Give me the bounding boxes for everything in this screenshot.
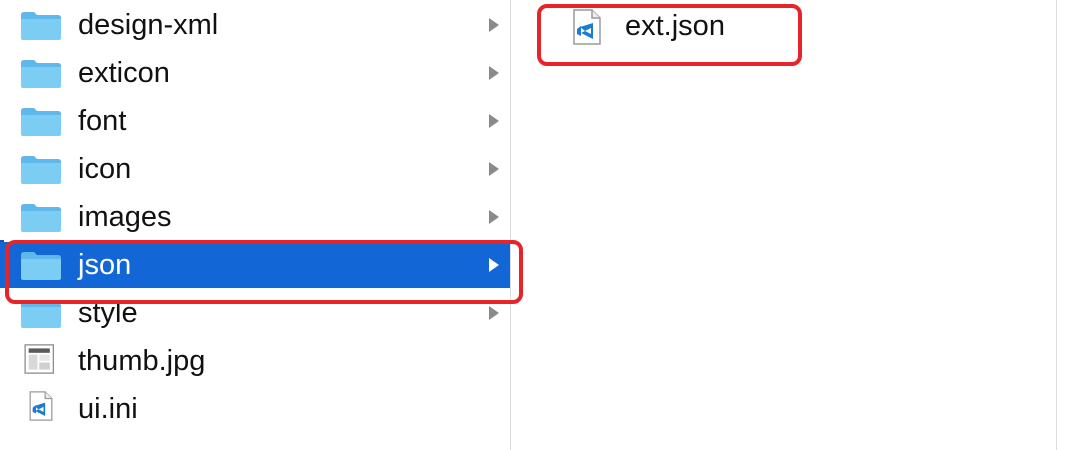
list-item-font[interactable]: font (0, 98, 510, 144)
item-label: thumb.jpg (78, 345, 206, 377)
list-item-json[interactable]: json (0, 242, 510, 288)
vscode-file-icon (29, 391, 53, 421)
chevron-right-icon[interactable] (487, 256, 501, 274)
item-label: exticon (78, 57, 170, 89)
item-label: icon (78, 153, 132, 185)
list-item-ui-ini[interactable]: ui.ini (0, 386, 510, 432)
finder-column-view: design-xml exticon font icon images json… (0, 0, 1075, 450)
image-file-icon (24, 344, 55, 374)
list-item-style[interactable]: style (0, 290, 510, 336)
right-column[interactable] (548, 0, 1056, 450)
item-label: ext.json (625, 10, 725, 42)
list-item-exticon[interactable]: exticon (0, 50, 510, 96)
list-item-images[interactable]: images (0, 194, 510, 240)
folder-icon (21, 300, 61, 328)
folder-icon (21, 156, 61, 184)
chevron-right-icon[interactable] (487, 208, 501, 226)
folder-icon (21, 252, 61, 280)
item-label: font (78, 105, 127, 137)
item-label: ui.ini (78, 393, 138, 425)
chevron-right-icon[interactable] (487, 16, 501, 34)
item-label: design-xml (78, 9, 219, 41)
folder-icon (21, 60, 61, 88)
chevron-right-icon[interactable] (487, 304, 501, 322)
item-label: style (78, 297, 138, 329)
list-item-ext-json[interactable]: ext.json (548, 0, 798, 52)
list-item-icon[interactable]: icon (0, 146, 510, 192)
folder-icon (21, 12, 61, 40)
chevron-right-icon[interactable] (487, 64, 501, 82)
folder-icon (21, 108, 61, 136)
item-label: json (78, 249, 132, 281)
chevron-right-icon[interactable] (487, 160, 501, 178)
item-label: images (78, 201, 172, 233)
folder-icon (21, 204, 61, 232)
vscode-file-icon (573, 9, 601, 45)
column-divider[interactable] (1056, 0, 1057, 450)
column-divider[interactable] (510, 0, 511, 450)
list-item-thumb-jpg[interactable]: thumb.jpg (0, 338, 510, 384)
chevron-right-icon[interactable] (487, 112, 501, 130)
list-item-design-xml[interactable]: design-xml (0, 2, 510, 48)
